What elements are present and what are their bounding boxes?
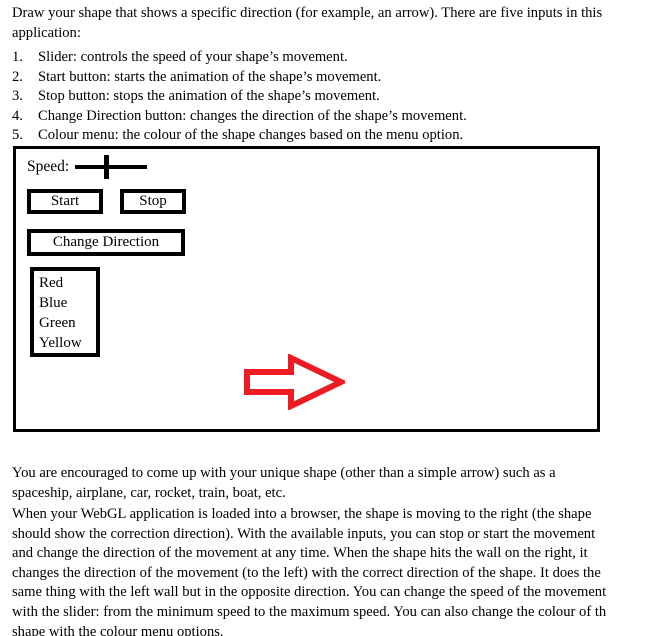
stop-button[interactable]: Stop: [120, 189, 186, 214]
intro-paragraph: Draw your shape that shows a specific di…: [12, 4, 667, 43]
colour-option-green[interactable]: Green: [39, 313, 96, 333]
list-item-number: 4.: [12, 107, 23, 124]
slider-track[interactable]: [75, 165, 148, 169]
list-item-number: 5.: [12, 127, 23, 144]
paragraph-line: shape with the colour menu options.: [12, 623, 224, 636]
speed-label: Speed:: [27, 158, 70, 176]
change-direction-button-label: Change Direction: [52, 234, 160, 250]
paragraph-line: with the slider: from the minimum speed …: [12, 603, 607, 620]
intro-line: application:: [12, 24, 81, 41]
paragraph-line: same thing with the left wall but in the…: [12, 584, 607, 601]
paragraph-line: spaceship, airplane, car, rocket, train,…: [12, 484, 286, 501]
arrow-outline: [244, 354, 345, 410]
arrow-right-icon: [244, 354, 345, 410]
colour-menu[interactable]: Red Blue Green Yellow: [30, 267, 100, 357]
list-item-number: 2.: [12, 68, 23, 85]
stop-button-label: Stop: [139, 193, 167, 209]
list-item: 5. Colour menu: the colour of the shape …: [12, 126, 667, 146]
colour-option-blue[interactable]: Blue: [39, 293, 96, 313]
page-root: Draw your shape that shows a specific di…: [0, 0, 667, 636]
colour-option-red[interactable]: Red: [39, 273, 96, 293]
application-mockup-frame: Speed: Start Stop Change Direction Red B…: [13, 146, 600, 432]
list-item-number: 1.: [12, 49, 23, 65]
list-item: 2. Start button: starts the animation of…: [12, 68, 667, 88]
speed-slider[interactable]: [75, 155, 148, 179]
paragraph-line: should show the correction direction). W…: [12, 525, 596, 542]
body-paragraph-2: When your WebGL application is loaded in…: [12, 505, 667, 636]
list-item-label: Slider: controls the speed of your shape…: [38, 49, 348, 65]
paragraph-line: When your WebGL application is loaded in…: [12, 506, 592, 522]
list-item-label: Colour menu: the colour of the shape cha…: [38, 127, 464, 144]
colour-option-yellow[interactable]: Yellow: [39, 333, 96, 353]
paragraph-line: and change the direction of the movement…: [12, 545, 588, 562]
change-direction-button[interactable]: Change Direction: [27, 229, 185, 256]
start-button-label: Start: [50, 193, 80, 209]
slider-thumb[interactable]: [104, 155, 110, 179]
body-paragraph-1: You are encouraged to come up with your …: [12, 464, 667, 503]
paragraph-line: changes the direction of the movement (t…: [12, 564, 601, 581]
intro-line: Draw your shape that shows a specific di…: [12, 5, 603, 21]
list-item-label: Stop button: stops the animation of the …: [38, 88, 380, 105]
list-item-label: Start button: starts the animation of th…: [38, 68, 382, 85]
list-item: 3. Stop button: stops the animation of t…: [12, 87, 667, 107]
start-button[interactable]: Start: [27, 189, 103, 214]
inputs-list: 1. Slider: controls the speed of your sh…: [12, 48, 667, 146]
list-item-number: 3.: [12, 88, 23, 105]
list-item: 1. Slider: controls the speed of your sh…: [12, 48, 667, 68]
list-item: 4. Change Direction button: changes the …: [12, 107, 667, 127]
speed-control-row: Speed:: [27, 155, 148, 179]
paragraph-line: You are encouraged to come up with your …: [12, 465, 556, 481]
list-item-label: Change Direction button: changes the dir…: [38, 107, 467, 124]
